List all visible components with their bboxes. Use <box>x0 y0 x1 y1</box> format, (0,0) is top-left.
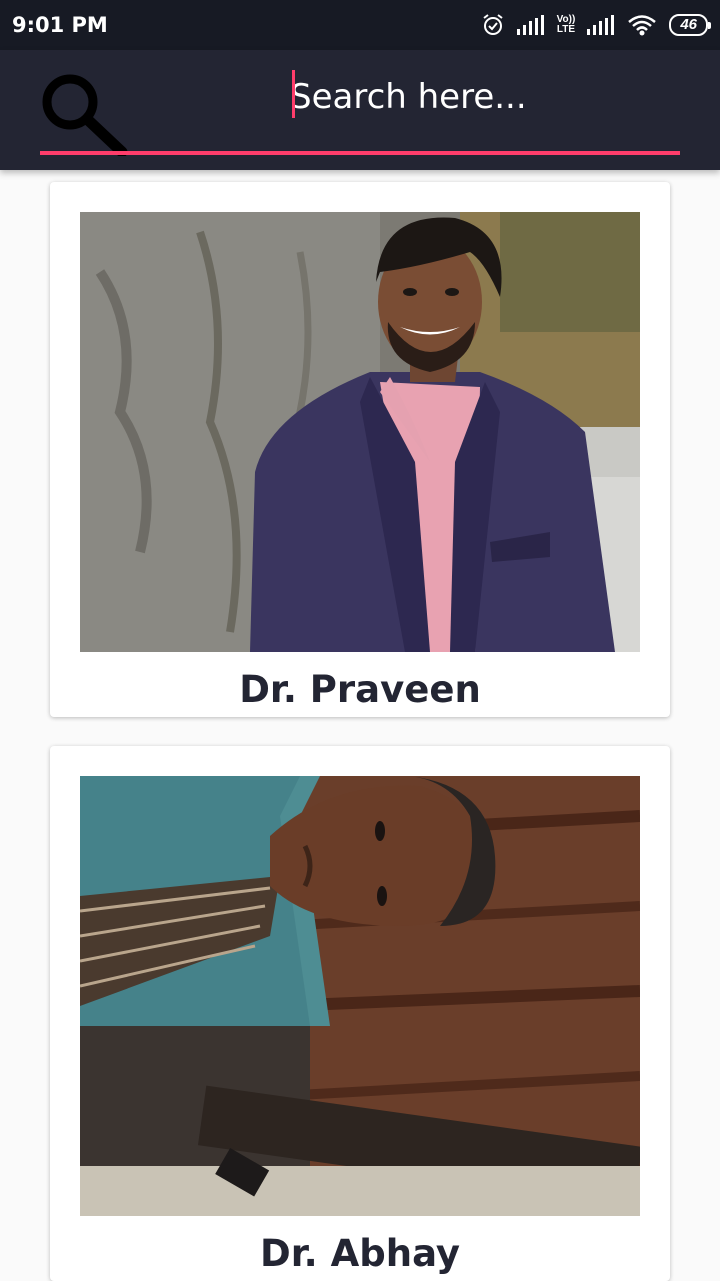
signal-icon <box>516 15 544 35</box>
search-toolbar <box>0 50 720 170</box>
doctor-name: Dr. Praveen <box>239 668 481 711</box>
search-icon[interactable] <box>38 66 128 156</box>
search-input[interactable] <box>290 70 680 124</box>
signal-icon-2 <box>587 15 615 35</box>
volte-icon: Vo)) LTE <box>557 15 576 35</box>
doctor-card[interactable]: Dr. Abhay <box>50 746 670 1281</box>
text-caret <box>292 70 295 118</box>
lte-label: LTE <box>556 24 576 35</box>
wifi-icon <box>628 15 657 36</box>
doctor-photo <box>80 212 640 652</box>
portrait-praveen-image <box>80 212 640 652</box>
portrait-abhay-image <box>80 776 640 1216</box>
status-time: 9:01 PM <box>12 13 108 37</box>
battery-icon: 46 <box>669 14 711 36</box>
status-icons: Vo)) LTE 46 <box>481 13 711 37</box>
doctor-card[interactable]: Dr. Praveen <box>50 182 670 717</box>
doctor-name: Dr. Abhay <box>259 1232 461 1275</box>
status-bar: 9:01 PM Vo)) LTE 46 <box>0 0 720 50</box>
alarm-icon <box>483 14 503 35</box>
doctor-photo <box>80 776 640 1216</box>
search-underline <box>40 151 680 155</box>
